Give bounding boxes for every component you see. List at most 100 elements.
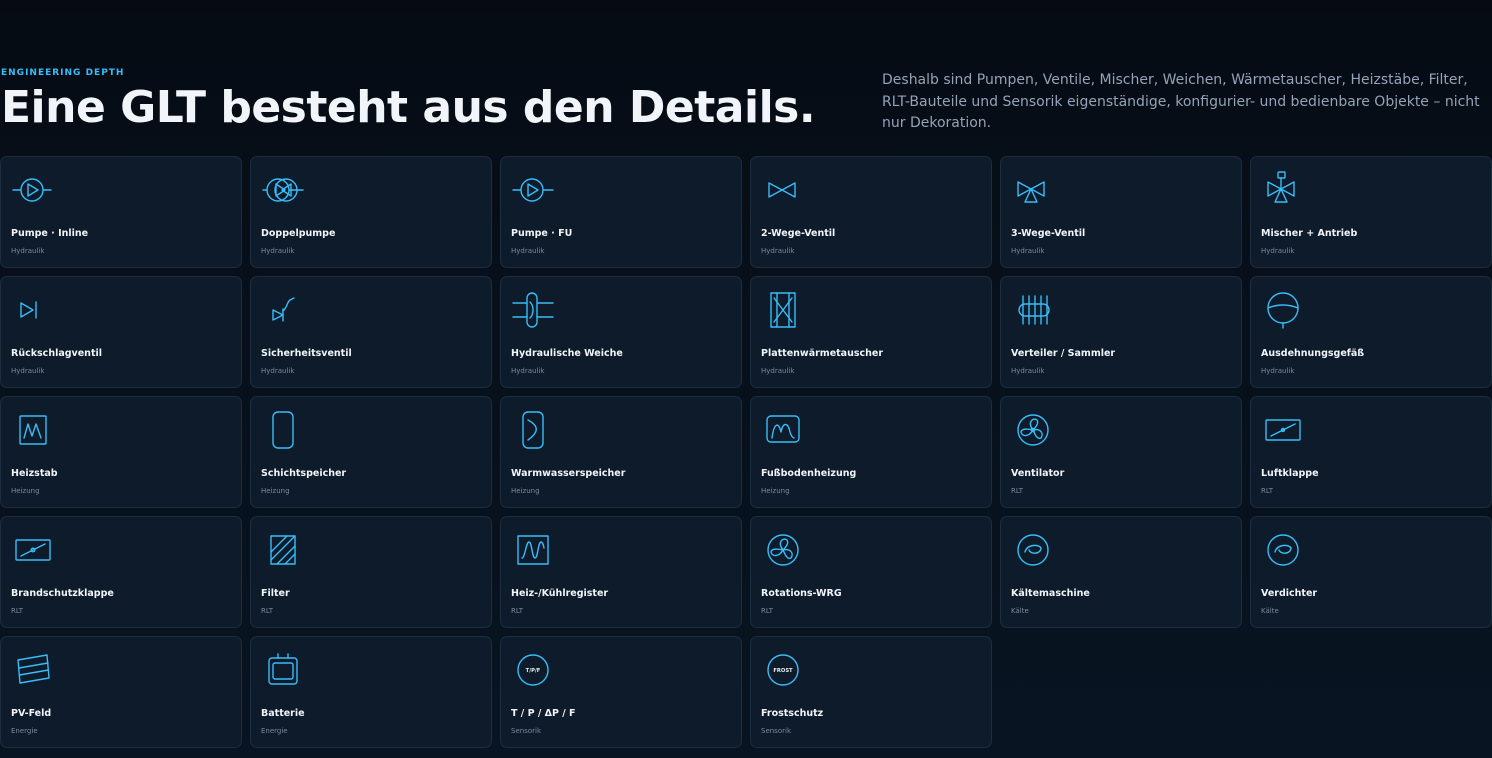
component-card[interactable]: Sicherheitsventil Hydraulik [250,276,492,388]
component-card[interactable]: 3-Wege-Ventil Hydraulik [1000,156,1242,268]
component-label: Verdichter [1261,588,1318,599]
component-label: PV-Feld [11,708,52,719]
plate-heat-exchanger-icon [761,290,805,330]
component-card[interactable]: Schichtspeicher Heizung [250,396,492,508]
component-category: RLT [1011,487,1024,495]
component-label: Verteiler / Sammler [1011,348,1116,359]
component-label: Rotations-WRG [761,588,842,599]
component-label: Pumpe · Inline [11,228,89,239]
component-card[interactable]: Pumpe · Inline Hydraulik [0,156,242,268]
component-category: Energie [11,727,38,735]
component-label: Frostschutz [761,708,824,719]
sensor-icon: T/P/F [511,650,555,690]
component-card[interactable]: Rotations-WRG RLT [750,516,992,628]
component-category: Hydraulik [11,247,45,255]
component-category: Heizung [11,487,40,495]
component-card[interactable]: Fußbodenheizung Heizung [750,396,992,508]
component-card[interactable]: Ventilator RLT [1000,396,1242,508]
coil-icon [511,530,555,570]
component-label: Fußbodenheizung [761,468,857,479]
component-label: 2-Wege-Ventil [761,228,836,239]
component-category: Hydraulik [261,247,295,255]
component-label: Heiz-/Kühlregister [511,588,609,599]
component-category: Hydraulik [511,247,545,255]
component-card[interactable]: T/P/F T / P / ΔP / F Sensorik [500,636,742,748]
eyebrow: ENGINEERING DEPTH [1,68,125,78]
component-card[interactable]: Ausdehnungsgefäß Hydraulik [1250,276,1492,388]
component-card[interactable]: Hydraulische Weiche Hydraulik [500,276,742,388]
component-label: Warmwasserspeicher [511,468,626,479]
component-label: Heizstab [11,468,58,479]
component-category: Sensorik [761,727,791,735]
component-category: Hydraulik [1261,367,1295,375]
component-card[interactable]: Verteiler / Sammler Hydraulik [1000,276,1242,388]
component-card[interactable]: Warmwasserspeicher Heizung [500,396,742,508]
component-grid: Pumpe · Inline Hydraulik Doppelpumpe Hydrau… [0,156,1492,748]
hot-water-tank-icon [511,410,555,450]
component-label: Hydraulische Weiche [511,348,623,359]
component-label: T / P / ΔP / F [511,708,576,719]
component-category: RLT [761,607,774,615]
component-card[interactable]: Mischer + Antrieb Hydraulik [1250,156,1492,268]
component-label: Doppelpumpe [261,228,336,239]
component-category: Energie [261,727,288,735]
three-way-valve-icon [1011,170,1055,210]
component-card[interactable]: Brandschutzklappe RLT [0,516,242,628]
component-card[interactable]: Pumpe · FU Hydraulik [500,156,742,268]
component-card[interactable]: Plattenwärmetauscher Hydraulik [750,276,992,388]
buffer-tank-icon [261,410,305,450]
component-label: Sicherheitsventil [261,348,352,359]
sensor-badge-text: T/P/F [526,668,541,674]
component-category: Kälte [1011,607,1029,615]
component-card[interactable]: Filter RLT [250,516,492,628]
fan-icon [1011,410,1055,450]
component-card[interactable]: PV-Feld Energie [0,636,242,748]
component-card[interactable]: Rückschlagventil Hydraulik [0,276,242,388]
manifold-icon [1011,290,1055,330]
pv-array-icon [11,650,55,690]
two-way-valve-icon [761,170,805,210]
air-damper-icon [1261,410,1305,450]
pump-vfd-icon [511,170,555,210]
component-label: Ausdehnungsgefäß [1261,348,1365,359]
frost-sensor-icon: FROST [761,650,805,690]
component-label: Rückschlagventil [11,348,102,359]
component-category: Hydraulik [11,367,45,375]
component-card[interactable]: FROST Frostschutz Sensorik [750,636,992,748]
component-label: Ventilator [1011,468,1065,479]
component-category: RLT [511,607,524,615]
component-category: RLT [11,607,24,615]
component-category: Heizung [511,487,540,495]
component-category: Heizung [761,487,790,495]
check-valve-icon [11,290,55,330]
component-category: Hydraulik [761,247,795,255]
component-label: Brandschutzklappe [11,588,114,599]
rotary-heat-recovery-icon [761,530,805,570]
component-category: RLT [261,607,274,615]
compressor-icon [1261,530,1305,570]
page-title: Eine GLT besteht aus den Details. [1,82,816,133]
component-category: Sensorik [511,727,541,735]
component-label: Batterie [261,708,305,719]
battery-icon [261,650,305,690]
component-category: Hydraulik [511,367,545,375]
mixer-actuator-icon [1261,170,1305,210]
component-category: Hydraulik [1011,247,1045,255]
component-card[interactable]: Doppelpumpe Hydraulik [250,156,492,268]
component-card[interactable]: 2-Wege-Ventil Hydraulik [750,156,992,268]
heating-rod-icon [11,410,55,450]
component-card[interactable]: Batterie Energie [250,636,492,748]
component-label: Plattenwärmetauscher [761,348,884,359]
component-category: Kälte [1261,607,1279,615]
component-card[interactable]: Verdichter Kälte [1250,516,1492,628]
component-card[interactable]: Heizstab Heizung [0,396,242,508]
safety-valve-icon [261,290,305,330]
component-card[interactable]: Kältemaschine Kälte [1000,516,1242,628]
chiller-icon [1011,530,1055,570]
component-card[interactable]: Luftklappe RLT [1250,396,1492,508]
component-label: Schichtspeicher [261,468,347,479]
component-label: 3-Wege-Ventil [1011,228,1086,239]
expansion-vessel-icon [1261,290,1305,330]
component-card[interactable]: Heiz-/Kühlregister RLT [500,516,742,628]
floor-heating-icon [761,410,805,450]
